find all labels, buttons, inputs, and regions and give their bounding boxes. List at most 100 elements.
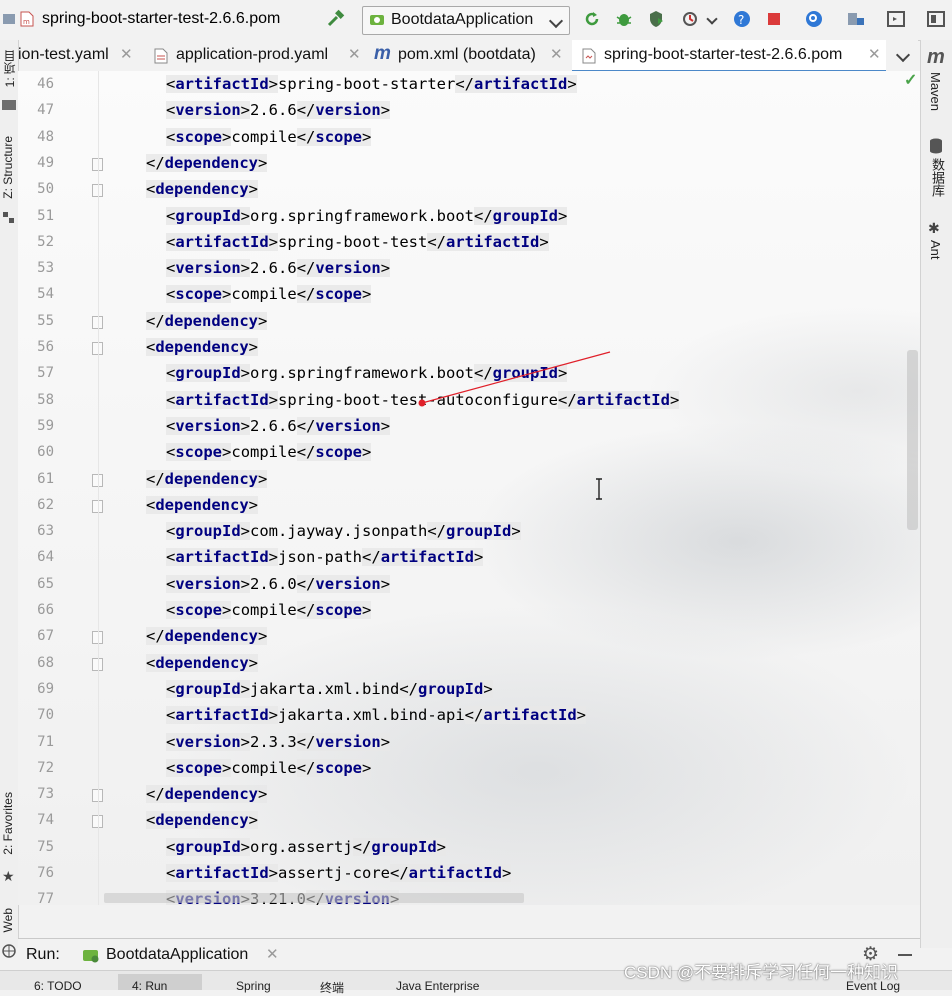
code-editor[interactable]: 46 47 48 49 50 51 52 53 54 55 56 57 58 59 60 61 62 63 64 65… [18,71,920,905]
tab-application-test-yaml[interactable]: ion-test.yaml ✕ [18,40,138,70]
svg-text:?: ? [738,13,744,27]
xml-open-tag: <groupId> [166,522,251,541]
tag-name: version [315,101,381,120]
xml-close-tag: </groupId> [352,837,447,856]
code-text: <scope>compile</scope> [166,601,372,619]
project-structure-icon[interactable] [846,9,866,29]
bracket: > [222,285,232,304]
code-line: <artifactId>spring-boot-starter</artifac… [18,72,918,98]
tab-pom-xml[interactable]: m pom.xml (bootdata) ✕ [372,40,568,70]
bracket: < [146,180,156,199]
maven-file-icon [582,48,596,64]
ant-tool-button[interactable]: Ant [928,240,943,260]
tag-value: 2.6.6 [250,101,297,120]
code-line: <artifactId>jakarta.xml.bind-api</artifa… [18,703,918,729]
todo-tool-button[interactable]: 6: TODO [34,979,82,993]
bracket: < [146,653,156,672]
tab-spring-boot-starter-test-pom[interactable]: spring-boot-starter-test-2.6.6.pom ✕ [572,40,886,73]
bracket: < [166,232,176,251]
bracket: > [268,864,279,882]
bracket: < [166,548,176,567]
bracket: </ [399,679,418,698]
xml-open-tag: <scope> [166,601,232,619]
run-configuration-label: BootdataApplication [391,11,534,28]
bracket: </ [296,285,316,304]
close-icon[interactable]: ✕ [120,45,133,63]
xml-close-tag: </groupId> [473,206,568,225]
close-icon[interactable]: ✕ [868,45,881,63]
tag-name: groupId [371,837,437,856]
close-icon[interactable]: ✕ [550,45,563,63]
tag-name: dependency [164,785,258,804]
main-toolbar: m spring-boot-starter-test-2.6.6.pom Boo… [0,0,952,41]
stop-icon[interactable] [764,9,784,29]
chevron-down-icon[interactable] [706,13,718,25]
bracket: > [258,627,268,646]
bracket: > [258,785,268,804]
folder-icon[interactable] [2,11,16,27]
presentation-icon[interactable] [886,9,906,29]
structure-tool-button[interactable]: Z: Structure [1,136,15,199]
bracket: > [436,837,447,856]
bracket: > [240,574,251,593]
coverage-shield-icon[interactable] [646,9,666,29]
ide-settings-icon[interactable] [926,9,946,29]
run-tab-bootdata-application[interactable]: BootdataApplication ✕ [66,939,288,973]
code-text: <artifactId>spring-boot-test-autoconfigu… [166,390,680,409]
debug-bug-icon[interactable] [614,9,634,29]
code-line: <artifactId>assertj-core</artifactId> [18,861,918,887]
run-configuration-select[interactable]: BootdataApplication [362,6,570,35]
search-everywhere-icon[interactable] [804,9,824,29]
inspection-ok-check-icon[interactable]: ✓ [904,70,917,90]
tabs-overflow-chevron-icon[interactable] [895,47,911,63]
build-hammer-icon[interactable] [326,9,346,29]
maven-m-icon: m [927,46,945,68]
tag-name: groupId [175,837,241,856]
project-tool-button[interactable]: 1: 项目 [1,50,18,87]
database-tool-button[interactable]: 数据库 [928,158,947,197]
xml-close-tag: </scope> [296,443,372,462]
bracket: </ [296,416,316,435]
bracket: > [258,153,268,172]
bracket: > [258,469,268,488]
xml-open-tag: <groupId> [166,206,251,225]
tag-name: dependency [164,627,258,646]
maven-tool-button[interactable]: Maven [928,72,943,111]
web-tool-button[interactable]: Web [1,908,15,932]
horizontal-scrollbar[interactable] [104,893,524,903]
favorites-tool-button[interactable]: 2: Favorites [1,792,15,855]
breadcrumb-file[interactable]: spring-boot-starter-test-2.6.6.pom [42,10,280,28]
bracket: </ [296,574,316,593]
globe-icon [2,944,16,958]
xml-open-tag: <dependency> [146,495,259,514]
bracket: > [240,522,251,541]
close-icon[interactable]: ✕ [348,45,361,63]
profile-run-icon[interactable] [680,9,700,29]
bracket: </ [146,311,165,330]
code-text: <dependency> [146,811,259,830]
help-icon[interactable]: ? [732,9,752,29]
tab-label: pom.xml (bootdata) [398,46,536,63]
database-icon [930,138,942,154]
xml-close-tag: </artifactId> [455,75,577,93]
xml-close-tag: </artifactId> [427,232,549,251]
xml-close-tag: </version> [296,259,391,278]
run-tool-button[interactable]: 4: Run [132,979,167,993]
close-icon[interactable]: ✕ [266,945,279,963]
rerun-icon[interactable] [582,9,602,29]
tag-value: org.assertj [250,837,353,856]
minimize-icon[interactable] [898,954,912,956]
terminal-tool-button[interactable]: 终端 [320,979,344,996]
code-text: <dependency> [146,180,259,199]
xml-close-tag: </scope> [296,285,372,304]
code-line: <scope>compile</scope> [18,282,918,308]
vertical-scrollbar[interactable] [907,350,918,530]
code-text: <artifactId>assertj-core</artifactId> [166,864,512,882]
tab-application-prod-yaml[interactable]: application-prod.yaml ✕ [148,40,368,70]
java-enterprise-tool-button[interactable]: Java Enterprise [396,979,479,993]
bracket: > [380,574,391,593]
bracket: < [146,338,156,356]
spring-tool-button[interactable]: Spring [236,979,271,993]
bracket: </ [146,469,165,488]
bracket: > [222,127,232,146]
